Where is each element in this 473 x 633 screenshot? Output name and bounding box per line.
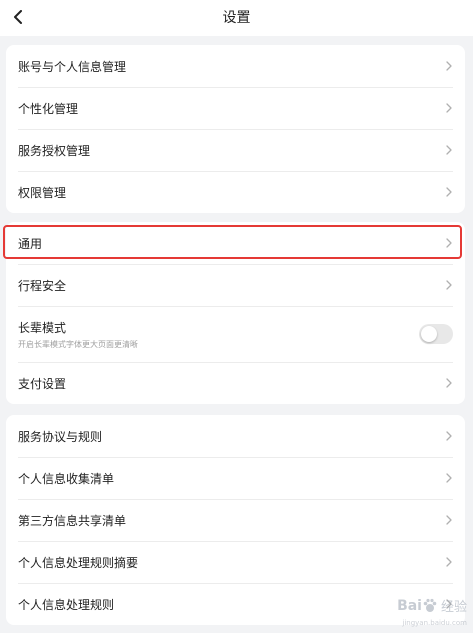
settings-item-label: 个性化管理 [18, 101, 79, 116]
watermark-url: jingyan.baidu.com [402, 619, 467, 627]
settings-item-label: 权限管理 [18, 185, 67, 200]
paw-icon [423, 598, 437, 612]
settings-item-label: 行程安全 [18, 278, 67, 293]
settings-item-account-info[interactable]: 账号与个人信息管理 [6, 45, 465, 87]
settings-item-service-agreement[interactable]: 服务协议与规则 [6, 415, 465, 457]
settings-item-label: 通用 [18, 236, 43, 251]
settings-item-service-authorization[interactable]: 服务授权管理 [6, 129, 465, 171]
settings-item-trip-safety[interactable]: 行程安全 [6, 264, 465, 306]
settings-item-personalization[interactable]: 个性化管理 [6, 87, 465, 129]
settings-item-label: 个人信息处理规则 [18, 597, 115, 612]
settings-item-label: 长辈模式 [18, 320, 67, 335]
settings-item-label: 第三方信息共享清单 [18, 513, 127, 528]
settings-group-account: 账号与个人信息管理 个性化管理 服务授权管理 权限管理 [6, 45, 465, 213]
settings-item-elder-mode: 长辈模式 开启长辈模式字体更大页面更清晰 [6, 306, 465, 362]
chevron-right-icon [445, 144, 453, 156]
toggle-knob [421, 326, 437, 342]
chevron-right-icon [445, 430, 453, 442]
settings-item-label: 账号与个人信息管理 [18, 59, 127, 74]
settings-item-third-party-sharing[interactable]: 第三方信息共享清单 [6, 499, 465, 541]
elder-mode-description: 开启长辈模式字体更大页面更清晰 [18, 339, 138, 349]
chevron-right-icon [445, 279, 453, 291]
settings-item-label: 服务协议与规则 [18, 429, 103, 444]
settings-item-payment[interactable]: 支付设置 [6, 362, 465, 404]
page-title: 设置 [222, 10, 251, 26]
chevron-right-icon [445, 514, 453, 526]
elder-mode-text: 长辈模式 开启长辈模式字体更大页面更清晰 [18, 319, 419, 350]
settings-group-privacy: 服务协议与规则 个人信息收集清单 第三方信息共享清单 个人信息处理规则摘要 个人… [6, 415, 465, 625]
chevron-right-icon [445, 556, 453, 568]
chevron-right-icon [445, 60, 453, 72]
elder-mode-toggle[interactable] [419, 324, 453, 344]
settings-item-processing-rules-summary[interactable]: 个人信息处理规则摘要 [6, 541, 465, 583]
chevron-right-icon [445, 377, 453, 389]
settings-item-general[interactable]: 通用 [6, 222, 465, 264]
settings-item-info-collection-list[interactable]: 个人信息收集清单 [6, 457, 465, 499]
baidu-watermark: Bai 经验 [397, 596, 467, 616]
chevron-right-icon [445, 237, 453, 249]
top-bar: 设置 [0, 0, 473, 36]
settings-item-label: 个人信息处理规则摘要 [18, 555, 139, 570]
settings-item-label: 个人信息收集清单 [18, 471, 115, 486]
settings-item-label: 服务授权管理 [18, 143, 91, 158]
settings-item-permissions[interactable]: 权限管理 [6, 171, 465, 213]
watermark-brand-suffix: 经验 [440, 600, 467, 615]
chevron-right-icon [445, 186, 453, 198]
chevron-right-icon [445, 102, 453, 114]
settings-group-general: 通用 行程安全 长辈模式 开启长辈模式字体更大页面更清晰 支付设置 [6, 222, 465, 404]
chevron-right-icon [445, 472, 453, 484]
watermark-brand: Bai [397, 597, 422, 614]
settings-item-label: 支付设置 [18, 376, 67, 391]
